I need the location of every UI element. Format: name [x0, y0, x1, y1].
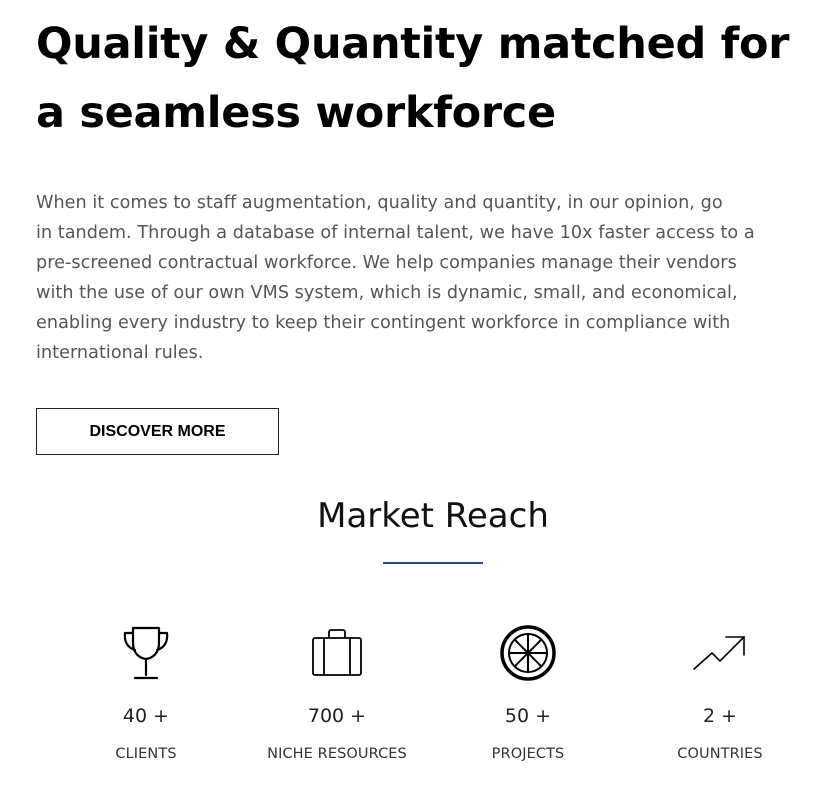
stat-label: PROJECTS [491, 746, 565, 762]
discover-more-button[interactable]: DISCOVER MORE [36, 408, 279, 455]
hero-title: Quality & Quantity matched for a seamles… [36, 10, 826, 148]
stat-value: 40 + [122, 705, 170, 727]
stat-clients: 40 + CLIENTS [46, 622, 246, 764]
title-underline [383, 562, 483, 564]
description-line: with the use of our own VMS system, whic… [36, 283, 738, 303]
stat-label: CLIENTS [115, 746, 177, 762]
hero-description: When it comes to staff augmentation, qua… [36, 188, 836, 368]
stat-value: 2 + [702, 705, 738, 727]
stat-value: 50 + [504, 705, 552, 727]
market-reach-title: Market Reach [317, 496, 549, 536]
description-line: pre-screened contractual workforce. We h… [36, 253, 737, 273]
description-line: When it comes to staff augmentation, qua… [36, 193, 723, 213]
trending-up-icon [620, 622, 820, 684]
trophy-icon [46, 622, 246, 684]
stat-niche-resources: 700 + NICHE RESOURCES [237, 622, 437, 764]
wheel-icon [428, 622, 628, 684]
briefcase-icon [237, 622, 437, 684]
stat-label: COUNTRIES [677, 746, 763, 762]
description-line: enabling every industry to keep their co… [36, 313, 731, 333]
stat-label: NICHE RESOURCES [267, 746, 407, 762]
hero-title-line-1: Quality & Quantity matched for [36, 19, 790, 69]
description-line: in tandem. Through a database of interna… [36, 223, 755, 243]
hero-title-line-2: a seamless workforce [36, 88, 556, 138]
stat-value: 700 + [307, 705, 367, 727]
stat-projects: 50 + PROJECTS [428, 622, 628, 764]
description-line: international rules. [36, 343, 204, 363]
stat-countries: 2 + COUNTRIES [620, 622, 820, 764]
